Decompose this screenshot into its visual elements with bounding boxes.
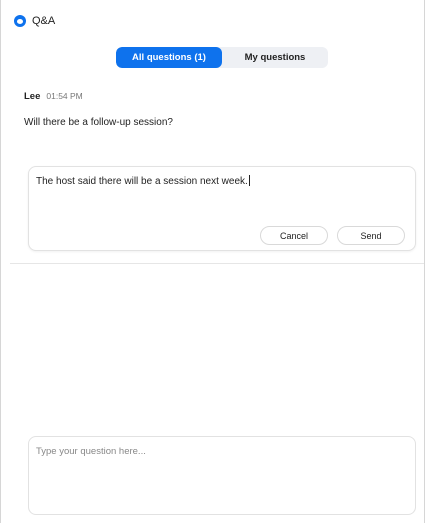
qa-window: Q&A All questions (1) My questions Lee 0…	[0, 0, 425, 523]
tab-my-questions[interactable]: My questions	[222, 47, 328, 68]
answer-text-value: The host said there will be a session ne…	[36, 176, 248, 187]
title-bar: Q&A	[14, 12, 55, 30]
question-header: Lee 01:54 PM	[24, 91, 83, 102]
question-author: Lee	[24, 91, 41, 102]
text-caret	[248, 175, 250, 186]
zoom-logo-icon	[14, 15, 26, 27]
cancel-button[interactable]: Cancel	[260, 226, 328, 245]
answer-text-field[interactable]: The host said there will be a session ne…	[36, 175, 250, 187]
answer-input-box[interactable]: The host said there will be a session ne…	[28, 166, 416, 251]
question-filter-tabs: All questions (1) My questions	[116, 47, 328, 68]
question-item: Lee 01:54 PM Will there be a follow-up s…	[24, 91, 173, 128]
question-input-placeholder: Type your question here...	[36, 446, 146, 457]
send-button[interactable]: Send	[337, 226, 405, 245]
question-timestamp: 01:54 PM	[46, 91, 83, 101]
window-title: Q&A	[32, 15, 56, 27]
question-input-box[interactable]: Type your question here...	[28, 436, 416, 515]
section-divider	[10, 263, 424, 264]
tab-all-questions[interactable]: All questions (1)	[116, 47, 222, 68]
question-text: Will there be a follow-up session?	[24, 117, 173, 128]
